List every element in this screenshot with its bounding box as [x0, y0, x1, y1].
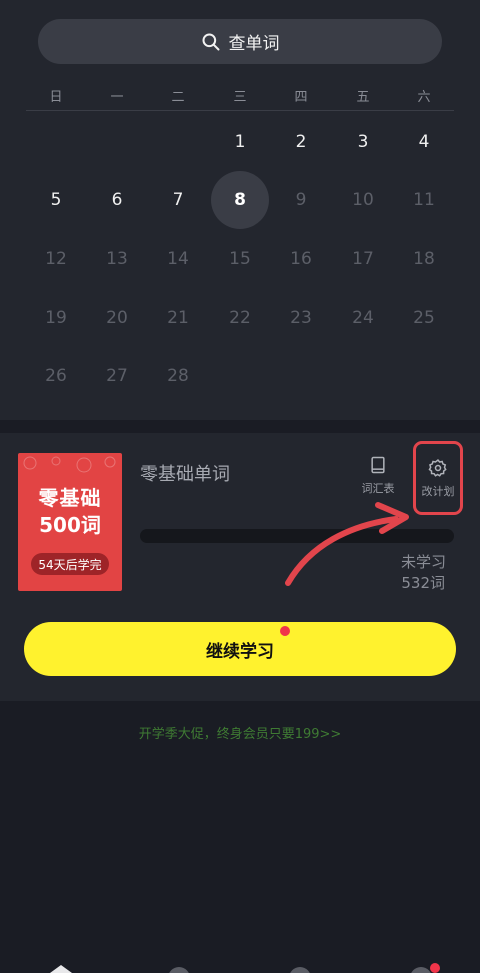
change-plan-label: 改计划 [421, 484, 455, 498]
weekday-label: 三 [233, 90, 247, 105]
search-icon [202, 33, 219, 50]
tab-icon[interactable] [289, 967, 311, 973]
calendar-day[interactable]: 4 [395, 113, 453, 171]
cover-word-count: 500词 [39, 513, 101, 537]
tab-icon[interactable] [410, 967, 432, 973]
cover-pattern [23, 456, 116, 473]
calendar-day[interactable]: 28 [149, 347, 207, 405]
plan-name: 零基础单词 [140, 464, 230, 485]
promo-link[interactable]: 开学季大促，终身会员只要199>> [0, 723, 480, 742]
days-remaining-badge: 54天后学完 [31, 553, 109, 575]
change-plan-button[interactable]: 改计划 [413, 441, 463, 515]
bottom-tab-bar [0, 963, 480, 973]
annotation-arrow [285, 502, 409, 586]
calendar-day[interactable]: 26 [27, 347, 85, 405]
calendar-day[interactable]: 7 [149, 171, 207, 229]
tab-notification-dot [430, 963, 440, 973]
calendar-day[interactable]: 1 [211, 113, 269, 171]
tab-icon[interactable] [168, 967, 190, 973]
calendar-day[interactable]: 16 [272, 230, 330, 288]
calendar-day[interactable]: 6 [88, 171, 146, 229]
calendar-day[interactable]: 22 [211, 289, 269, 347]
calendar-day[interactable]: 10 [334, 171, 392, 229]
calendar-day[interactable]: 27 [88, 347, 146, 405]
calendar-day[interactable]: 20 [88, 289, 146, 347]
weekday-label: 二 [171, 90, 185, 105]
calendar-day[interactable]: 23 [272, 289, 330, 347]
calendar-day[interactable]: 19 [27, 289, 85, 347]
weekday-divider [26, 110, 454, 111]
search-bar[interactable]: 查单词 [38, 19, 442, 64]
calendar-day[interactable]: 3 [334, 113, 392, 171]
calendar-day[interactable]: 15 [211, 230, 269, 288]
calendar-day[interactable]: 17 [334, 230, 392, 288]
calendar-day[interactable]: 2 [272, 113, 330, 171]
calendar-day[interactable]: 11 [395, 171, 453, 229]
weekday-label: 日 [49, 90, 63, 105]
search-label: 查单词 [228, 34, 280, 54]
book-icon [371, 456, 385, 474]
continue-learning-button[interactable]: 继续学习 [24, 622, 456, 676]
home-icon[interactable] [50, 965, 72, 973]
continue-learning-label: 继续学习 [206, 641, 274, 662]
calendar-day[interactable]: 21 [149, 289, 207, 347]
weekday-label: 五 [356, 90, 370, 105]
calendar-day[interactable]: 24 [334, 289, 392, 347]
calendar-day[interactable]: 13 [88, 230, 146, 288]
weekday-label: 四 [294, 90, 308, 105]
weekday-header: 日 一 二 三 四 五 六 [26, 86, 456, 106]
calendar-day[interactable]: 18 [395, 230, 453, 288]
calendar-day[interactable]: 25 [395, 289, 453, 347]
weekday-label: 六 [417, 90, 431, 105]
cover-title: 零基础 [38, 486, 102, 510]
book-cover[interactable]: 零基础 500词 54天后学完 [18, 453, 122, 591]
vocabulary-list-label: 词汇表 [361, 482, 395, 495]
gear-icon [428, 458, 447, 477]
calendar-day[interactable]: 14 [149, 230, 207, 288]
calendar-day-today[interactable]: 8 [211, 171, 269, 229]
calendar-day[interactable]: 12 [27, 230, 85, 288]
weekday-label: 一 [110, 90, 124, 105]
notification-dot [280, 626, 290, 636]
calendar-day[interactable]: 9 [272, 171, 330, 229]
calendar-day[interactable]: 5 [27, 171, 85, 229]
calendar-panel: 查单词 日 一 二 三 四 五 六 1 2 3 4 5 6 7 8 9 10 11 12 13 14 15 1… [0, 0, 480, 420]
